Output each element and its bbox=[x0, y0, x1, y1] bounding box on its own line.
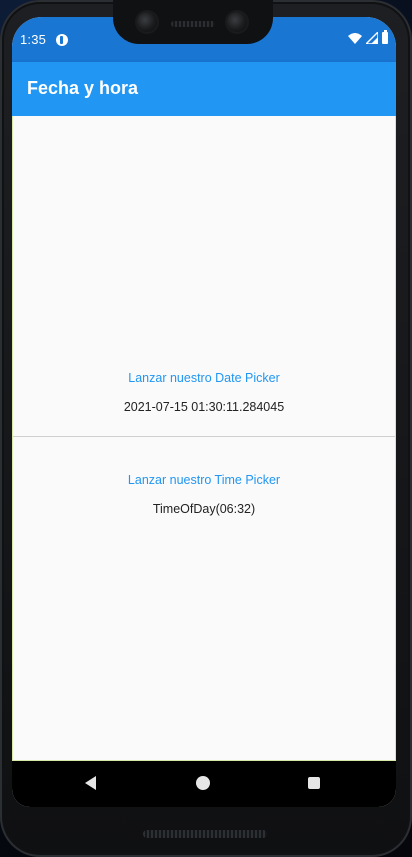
date-picker-button[interactable]: Lanzar nuestro Date Picker bbox=[13, 370, 395, 386]
divider bbox=[13, 436, 395, 437]
app-notification-icon bbox=[56, 34, 68, 46]
battery-icon bbox=[382, 30, 388, 44]
home-icon[interactable] bbox=[196, 776, 210, 790]
phone-screen: 1:35 Fecha y hora Lanzar nuestro Date Pi… bbox=[12, 17, 396, 807]
phone-frame: 1:35 Fecha y hora Lanzar nuestro Date Pi… bbox=[0, 0, 412, 857]
status-time: 1:35 bbox=[20, 32, 47, 47]
back-icon[interactable] bbox=[85, 776, 96, 790]
phone-notch bbox=[113, 0, 273, 44]
time-picker-button[interactable]: Lanzar nuestro Time Picker bbox=[13, 472, 395, 488]
selected-time-text: TimeOfDay(06:32) bbox=[152, 502, 256, 516]
bottom-speaker bbox=[143, 830, 267, 838]
selected-date-text: 2021-07-15 01:30:11.284045 bbox=[123, 400, 285, 414]
navigation-bar bbox=[12, 760, 396, 807]
page-title: Fecha y hora bbox=[27, 78, 139, 98]
wifi-icon bbox=[348, 33, 362, 44]
recents-icon[interactable] bbox=[308, 777, 320, 789]
status-icons bbox=[348, 30, 388, 44]
front-sensor-icon bbox=[227, 12, 247, 32]
main-content: Lanzar nuestro Date Picker 2021-07-15 01… bbox=[12, 116, 396, 760]
front-camera-icon bbox=[137, 12, 157, 32]
signal-icon bbox=[366, 32, 378, 44]
app-bar: Fecha y hora bbox=[12, 62, 396, 116]
earpiece-speaker bbox=[171, 21, 215, 27]
device-stage: 1:35 Fecha y hora Lanzar nuestro Date Pi… bbox=[0, 0, 412, 857]
